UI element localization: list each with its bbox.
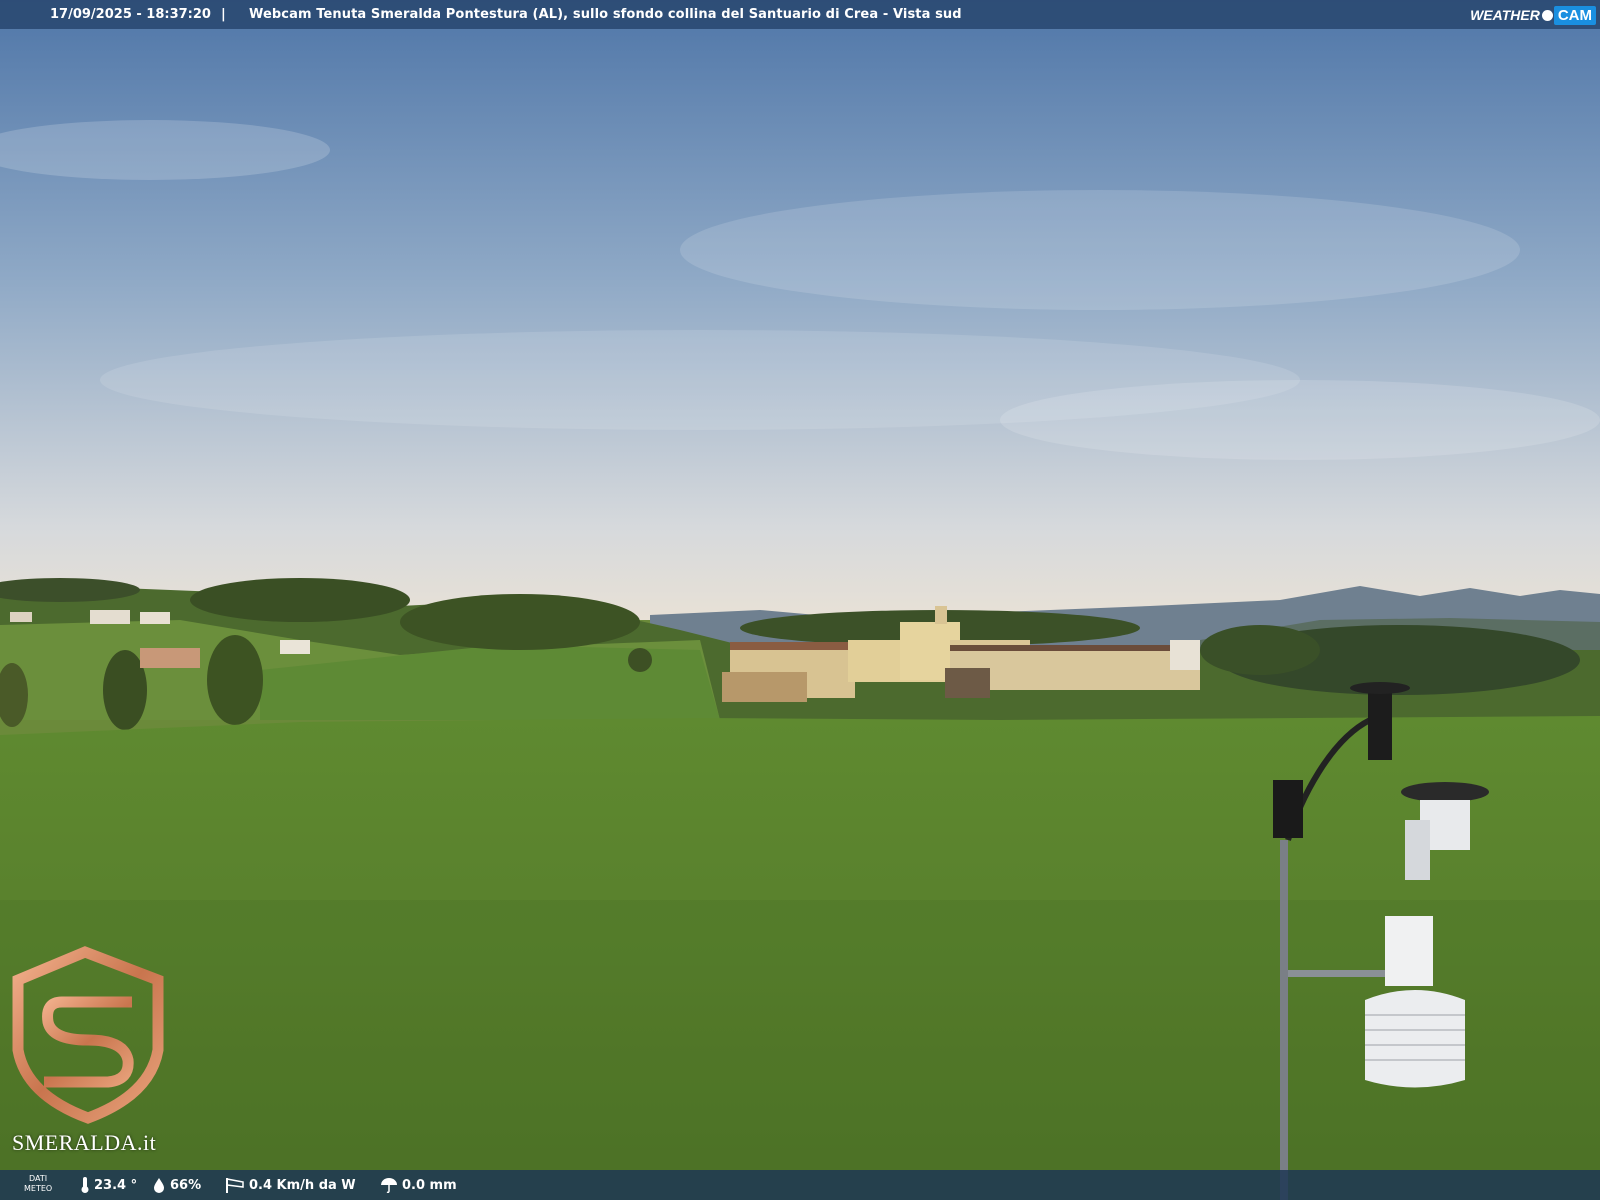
humidity-drop-icon	[154, 1178, 164, 1193]
rain-reading: 0.0 mm	[380, 1177, 457, 1193]
thermometer-icon	[81, 1177, 89, 1193]
separator: |	[221, 7, 226, 22]
weathercam-logo: WEATHER CAM	[1470, 4, 1596, 26]
dati-label-line1: DATI	[29, 1174, 48, 1183]
timestamp: 17/09/2025 - 18:37:20	[50, 7, 211, 22]
wind-value: 0.4 Km/h da W	[249, 1177, 356, 1193]
webcam-scene	[0, 0, 1600, 1200]
rain-value: 0.0 mm	[402, 1177, 457, 1193]
sky	[0, 0, 1600, 620]
dati-label-line2: METEO	[24, 1184, 53, 1193]
weather-data-bar: DATI METEO 23.4 ° 66% 0.4 Km/h da W 0.0 …	[0, 1170, 1600, 1200]
humidity-reading: 66%	[152, 1177, 201, 1193]
temperature-reading: 23.4 °	[80, 1177, 137, 1193]
brand-weather: WEATHER	[1470, 7, 1540, 23]
brand-cam: CAM	[1553, 5, 1596, 25]
dati-meteo-label: DATI METEO	[24, 1174, 52, 1194]
top-info-bar: 17/09/2025 - 18:37:20 | Webcam Tenuta Sm…	[0, 0, 1600, 29]
wind-reading: 0.4 Km/h da W	[225, 1177, 356, 1193]
brand-dot-icon	[1541, 9, 1553, 21]
temperature-value: 23.4 °	[94, 1177, 138, 1193]
windsock-icon	[226, 1178, 244, 1193]
humidity-value: 66%	[170, 1177, 202, 1193]
smeralda-logo-text: SMERALDA.it	[12, 1130, 157, 1155]
umbrella-icon	[381, 1178, 397, 1193]
webcam-title: Webcam Tenuta Smeralda Pontestura (AL), …	[249, 7, 962, 22]
meadow	[0, 716, 1600, 1200]
